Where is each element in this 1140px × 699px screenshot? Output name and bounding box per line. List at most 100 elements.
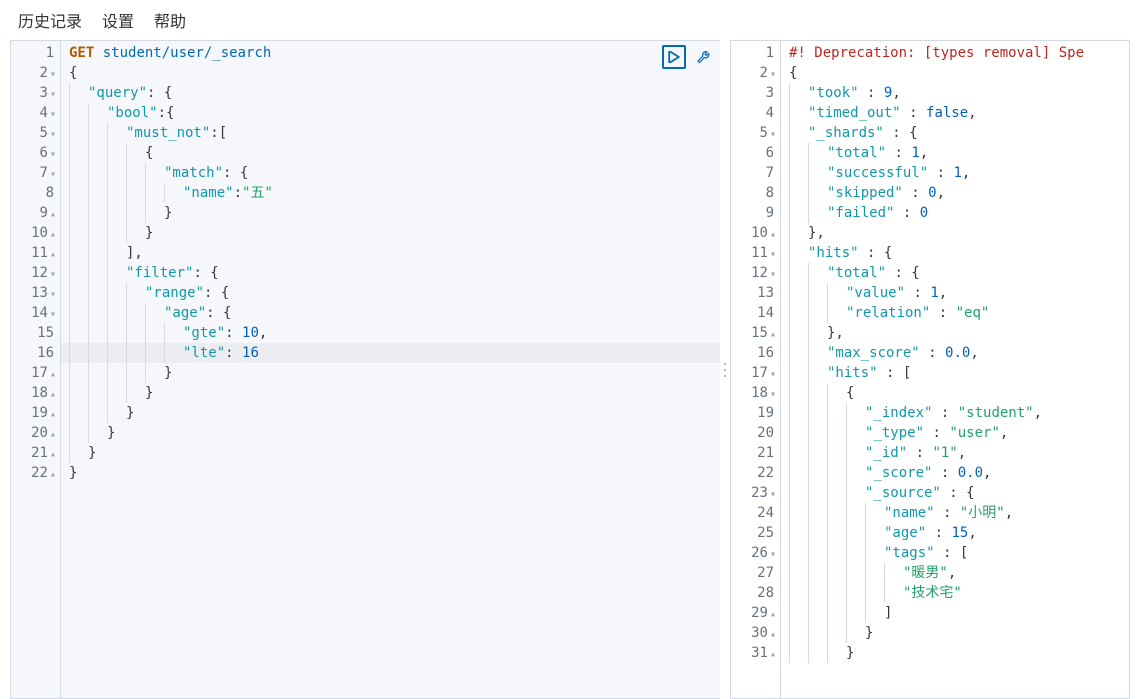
code-line: } — [69, 443, 720, 463]
code-line: ], — [69, 243, 720, 263]
code-line: { — [789, 383, 1129, 403]
gutter-line: 7 — [731, 163, 780, 183]
code-line: } — [69, 403, 720, 423]
code-line: "name" : "小明", — [789, 503, 1129, 523]
code-line: } — [69, 363, 720, 383]
gutter-line: 9 — [11, 203, 60, 223]
code-line: "_type" : "user", — [789, 423, 1129, 443]
pane-splitter[interactable] — [720, 40, 730, 699]
run-button[interactable] — [662, 45, 686, 69]
toolbar-help[interactable]: 帮助 — [154, 8, 186, 32]
request-gutter: 12345678910111213141516171819202122 — [11, 41, 61, 698]
code-line: "skipped" : 0, — [789, 183, 1129, 203]
response-viewer[interactable]: 1234567891011121314151617181920212223242… — [730, 40, 1130, 699]
gutter-line: 15 — [11, 323, 60, 343]
code-line: "total" : 1, — [789, 143, 1129, 163]
gutter-line: 27 — [731, 563, 780, 583]
gutter-line: 12 — [731, 263, 780, 283]
gutter-line: 18 — [11, 383, 60, 403]
gutter-line: 2 — [11, 63, 60, 83]
gutter-line: 21 — [731, 443, 780, 463]
gutter-line: 13 — [731, 283, 780, 303]
gutter-line: 8 — [11, 183, 60, 203]
gutter-line: 4 — [11, 103, 60, 123]
gutter-line: 6 — [11, 143, 60, 163]
code-line: "hits" : { — [789, 243, 1129, 263]
gutter-line: 22 — [11, 463, 60, 483]
gutter-line: 11 — [731, 243, 780, 263]
code-line: } — [69, 423, 720, 443]
gutter-line: 7 — [11, 163, 60, 183]
code-line: } — [789, 623, 1129, 643]
gutter-line: 2 — [731, 63, 780, 83]
toolbar-settings[interactable]: 设置 — [102, 8, 134, 32]
gutter-line: 29 — [731, 603, 780, 623]
options-button[interactable] — [690, 45, 714, 69]
code-line: { — [69, 63, 720, 83]
code-line: "_shards" : { — [789, 123, 1129, 143]
drag-handle-icon — [722, 361, 728, 379]
code-line: "_source" : { — [789, 483, 1129, 503]
wrench-icon — [694, 49, 710, 65]
toolbar: 历史记录 设置 帮助 — [0, 0, 1140, 40]
code-line: "must_not":[ — [69, 123, 720, 143]
gutter-line: 20 — [731, 423, 780, 443]
gutter-line: 16 — [11, 343, 60, 363]
gutter-line: 19 — [731, 403, 780, 423]
gutter-line: 12 — [11, 263, 60, 283]
gutter-line: 22 — [731, 463, 780, 483]
play-icon — [668, 51, 680, 63]
code-line: "total" : { — [789, 263, 1129, 283]
code-line: "relation" : "eq" — [789, 303, 1129, 323]
gutter-line: 17 — [731, 363, 780, 383]
code-line: "name":"五" — [69, 183, 720, 203]
gutter-line: 23 — [731, 483, 780, 503]
code-line: "took" : 9, — [789, 83, 1129, 103]
response-gutter: 1234567891011121314151617181920212223242… — [731, 41, 781, 698]
gutter-line: 14 — [731, 303, 780, 323]
code-line: }, — [789, 323, 1129, 343]
code-line: GET student/user/_search — [69, 43, 720, 63]
code-line: "lte": 16 — [69, 343, 720, 363]
gutter-line: 8 — [731, 183, 780, 203]
code-line: "gte": 10, — [69, 323, 720, 343]
request-action-bar — [662, 45, 714, 69]
code-line: "failed" : 0 — [789, 203, 1129, 223]
response-code: #! Deprecation: [types removal] Spe{ "to… — [781, 41, 1129, 698]
code-line: "value" : 1, — [789, 283, 1129, 303]
gutter-line: 10 — [11, 223, 60, 243]
gutter-line: 16 — [731, 343, 780, 363]
gutter-line: 31 — [731, 643, 780, 663]
code-line: } — [69, 223, 720, 243]
gutter-line: 30 — [731, 623, 780, 643]
code-line: "timed_out" : false, — [789, 103, 1129, 123]
gutter-line: 9 — [731, 203, 780, 223]
gutter-line: 15 — [731, 323, 780, 343]
panes: 12345678910111213141516171819202122 GET … — [0, 40, 1140, 699]
gutter-line: 11 — [11, 243, 60, 263]
gutter-line: 1 — [11, 43, 60, 63]
code-line: { — [69, 143, 720, 163]
code-line: "match": { — [69, 163, 720, 183]
gutter-line: 21 — [11, 443, 60, 463]
code-line: "_index" : "student", — [789, 403, 1129, 423]
code-line: { — [789, 63, 1129, 83]
gutter-line: 3 — [731, 83, 780, 103]
gutter-line: 1 — [731, 43, 780, 63]
gutter-line: 14 — [11, 303, 60, 323]
gutter-line: 17 — [11, 363, 60, 383]
gutter-line: 6 — [731, 143, 780, 163]
request-code[interactable]: GET student/user/_search{ "query": { "bo… — [61, 41, 720, 698]
gutter-line: 18 — [731, 383, 780, 403]
code-line: "age": { — [69, 303, 720, 323]
code-line: } — [69, 203, 720, 223]
code-line: "max_score" : 0.0, — [789, 343, 1129, 363]
code-line: "query": { — [69, 83, 720, 103]
gutter-line: 13 — [11, 283, 60, 303]
code-line: "hits" : [ — [789, 363, 1129, 383]
gutter-line: 26 — [731, 543, 780, 563]
code-line: "successful" : 1, — [789, 163, 1129, 183]
toolbar-history[interactable]: 历史记录 — [18, 8, 82, 32]
request-editor[interactable]: 12345678910111213141516171819202122 GET … — [10, 40, 720, 699]
code-line: ] — [789, 603, 1129, 623]
